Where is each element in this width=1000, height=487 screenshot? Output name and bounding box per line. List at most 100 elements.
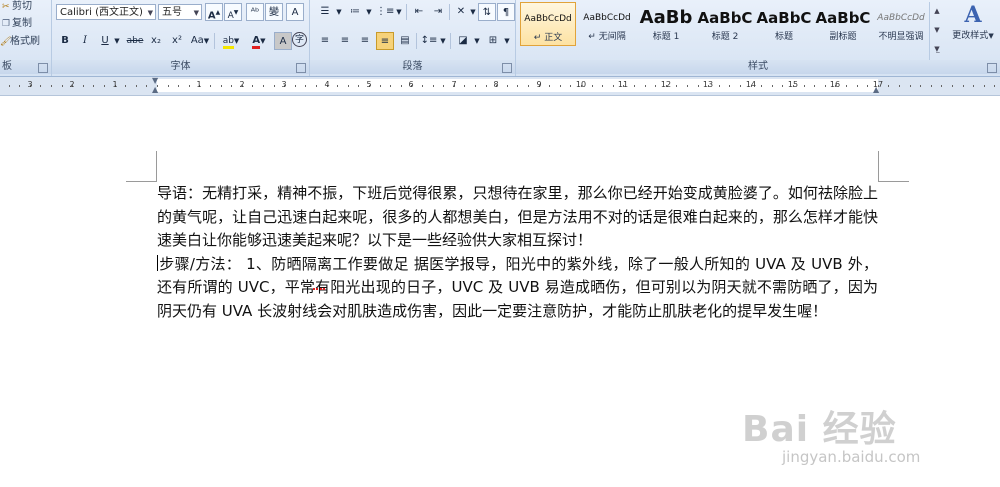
ruler-tick — [846, 85, 847, 87]
strikethrough-button[interactable]: abe — [124, 32, 146, 50]
align-left-icon[interactable]: ≡ — [316, 32, 334, 50]
multilevel-list-icon[interactable]: ⋮≡ — [376, 3, 394, 21]
superscript-button[interactable]: x² — [168, 32, 186, 50]
italic-button[interactable]: I — [76, 32, 94, 50]
bullets-icon[interactable]: ☰ — [316, 3, 334, 21]
ruler-tick — [401, 85, 402, 87]
ruler-tick — [348, 85, 349, 87]
shrink-font-button[interactable]: A▼ — [224, 3, 242, 21]
clear-format-button[interactable]: ᴬᵇ — [246, 3, 264, 21]
change-styles-button[interactable]: A 更改样式▼ — [946, 0, 1000, 60]
bold-button[interactable]: B — [56, 32, 74, 50]
character-shading-button[interactable]: A — [274, 32, 292, 50]
decrease-indent-icon[interactable]: ⇤ — [410, 3, 428, 21]
font-dialog-launcher[interactable] — [296, 63, 306, 73]
enclose-characters-button[interactable]: 字 — [292, 32, 307, 47]
ruler-tick — [9, 85, 10, 87]
grow-font-button[interactable]: A▲ — [205, 3, 223, 21]
style-name: 标题 — [774, 32, 793, 42]
gallery-up-icon[interactable]: ▲ — [930, 2, 944, 21]
chevron-down-icon[interactable]: ▼ — [468, 3, 478, 21]
ruler-tick — [729, 85, 730, 87]
clipboard-dialog-launcher[interactable] — [38, 63, 48, 73]
ruler-tick — [210, 85, 211, 87]
change-case-button[interactable]: Aa▼ — [188, 32, 212, 50]
subscript-button[interactable]: x₂ — [147, 32, 165, 50]
style-tile[interactable]: AaBbCcDd 不明显强调 — [873, 2, 929, 46]
styles-dialog-launcher[interactable] — [987, 63, 997, 73]
style-tile[interactable]: AaBbC 副标题 — [815, 2, 871, 46]
chevron-down-icon[interactable]: ▼ — [334, 3, 344, 21]
watermark-logo: Bai 经验 — [742, 409, 897, 450]
chevron-down-icon: ▼ — [260, 37, 266, 45]
distributed-icon[interactable]: ▤ — [396, 32, 414, 50]
ruler-tick — [528, 85, 529, 87]
style-name: ↵ 正文 — [533, 33, 563, 43]
phonetic-guide-button[interactable]: 變 — [265, 3, 283, 21]
ruler-tick — [517, 85, 518, 87]
right-indent-icon[interactable]: ▲ — [873, 86, 879, 94]
chevron-down-icon: ▼ — [114, 37, 120, 45]
justify-icon[interactable]: ≡ — [376, 32, 394, 50]
hanging-indent-icon[interactable]: ▲ — [152, 86, 158, 94]
ruler-tick — [475, 85, 476, 87]
font-color-button[interactable]: A▼ — [246, 32, 272, 50]
watermark-url: jingyan.baidu.com — [782, 448, 921, 466]
ruler-tick — [168, 85, 169, 87]
ruler-tick — [782, 85, 783, 87]
chevron-down-icon[interactable]: ▼ — [364, 3, 374, 21]
chevron-down-icon[interactable]: ▼ — [502, 32, 512, 50]
style-name: 标题 2 — [711, 32, 739, 42]
style-tile[interactable]: AaBbC 标题 — [756, 2, 812, 46]
ruler-tick — [433, 85, 434, 87]
ruler-tick — [316, 85, 317, 87]
ruler-tick — [740, 85, 741, 87]
style-tile[interactable]: AaBbCcDd ↵ 无间隔 — [579, 2, 635, 46]
ruler-tick — [772, 85, 773, 87]
ruler-tick — [443, 85, 444, 87]
first-line-indent-icon[interactable]: ▼ — [152, 77, 158, 85]
style-preview: AaBbCcDd — [583, 13, 631, 23]
paragraph-mark-icon[interactable]: ¶ — [497, 3, 515, 21]
watermark: Bai 经验 jingyan.baidu.com — [712, 400, 982, 475]
style-tile[interactable]: AaBbC 标题 2 — [697, 2, 753, 46]
font-name-select[interactable]: Calibri (西文正文) ▼ — [56, 4, 156, 20]
chevron-down-icon[interactable]: ▼ — [472, 32, 482, 50]
cut-button[interactable]: ✂ 剪切 — [2, 0, 32, 12]
chevron-down-icon[interactable]: ▼ — [438, 32, 448, 50]
line-spacing-icon[interactable]: ↕≡ — [420, 32, 438, 50]
font-size-select[interactable]: 五号 ▼ — [158, 4, 202, 20]
ruler-number: 8 — [493, 80, 499, 89]
shading-bucket-icon[interactable]: ◪ — [454, 32, 472, 50]
character-border-button[interactable]: A — [286, 3, 304, 21]
chevron-down-icon[interactable]: ▼ — [394, 3, 404, 21]
text-highlight-button[interactable]: ab▼ — [218, 32, 244, 50]
document-body[interactable]: 导语：无精打采，精神不振，下班后觉得很累，只想待在家里，那么你已经开始变成黄脸婆… — [157, 182, 878, 324]
format-painter-button[interactable]: 🖌格式刷 — [0, 32, 40, 47]
paragraph-steps[interactable]: 步骤/方法： 1、防晒隔离工作要做足 据医学报导，阳光中的紫外线，除了一般人所知… — [157, 253, 878, 324]
gallery-more-icon[interactable]: ▼̲ — [930, 40, 944, 59]
text-cursor — [157, 254, 158, 271]
align-center-icon[interactable]: ≡ — [336, 32, 354, 50]
increase-indent-icon[interactable]: ⇥ — [429, 3, 447, 21]
copy-button[interactable]: ❐ 复制 — [2, 14, 32, 29]
styles-group: AaBbCcDd ↵ 正文 AaBbCcDd ↵ 无间隔 AaBb 标题 1 AaBbC 标题… — [516, 0, 1000, 76]
ruler-number: 14 — [745, 80, 757, 89]
ruler-number: 4 — [324, 80, 330, 89]
sort-icon[interactable]: ⇅ — [478, 3, 496, 21]
underline-dropdown[interactable]: ▼ — [112, 32, 122, 50]
gallery-down-icon[interactable]: ▼ — [930, 21, 944, 40]
ruler-tick — [83, 85, 84, 87]
ruler-tick — [464, 85, 465, 87]
down-arrow-icon: ▼ — [233, 9, 239, 16]
style-tile[interactable]: AaBbCcDd ↵ 正文 — [520, 2, 576, 46]
style-preview: AaBbCcDd — [524, 14, 572, 24]
align-right-icon[interactable]: ≡ — [356, 32, 374, 50]
borders-icon[interactable]: ⊞ — [484, 32, 502, 50]
paragraph-intro[interactable]: 导语：无精打采，精神不振，下班后觉得很累，只想待在家里，那么你已经开始变成黄脸婆… — [157, 182, 878, 253]
toolbar-separator — [450, 33, 451, 49]
horizontal-ruler[interactable]: 3 2 1 1 2 3 4 5 6 7 8 9 10 11 12 13 14 15 16 17 ▼ ▲ ▲ — [0, 77, 1000, 96]
numbering-icon[interactable]: ≔ — [346, 3, 364, 21]
paragraph-dialog-launcher[interactable] — [502, 63, 512, 73]
style-tile[interactable]: AaBb 标题 1 — [638, 2, 694, 46]
